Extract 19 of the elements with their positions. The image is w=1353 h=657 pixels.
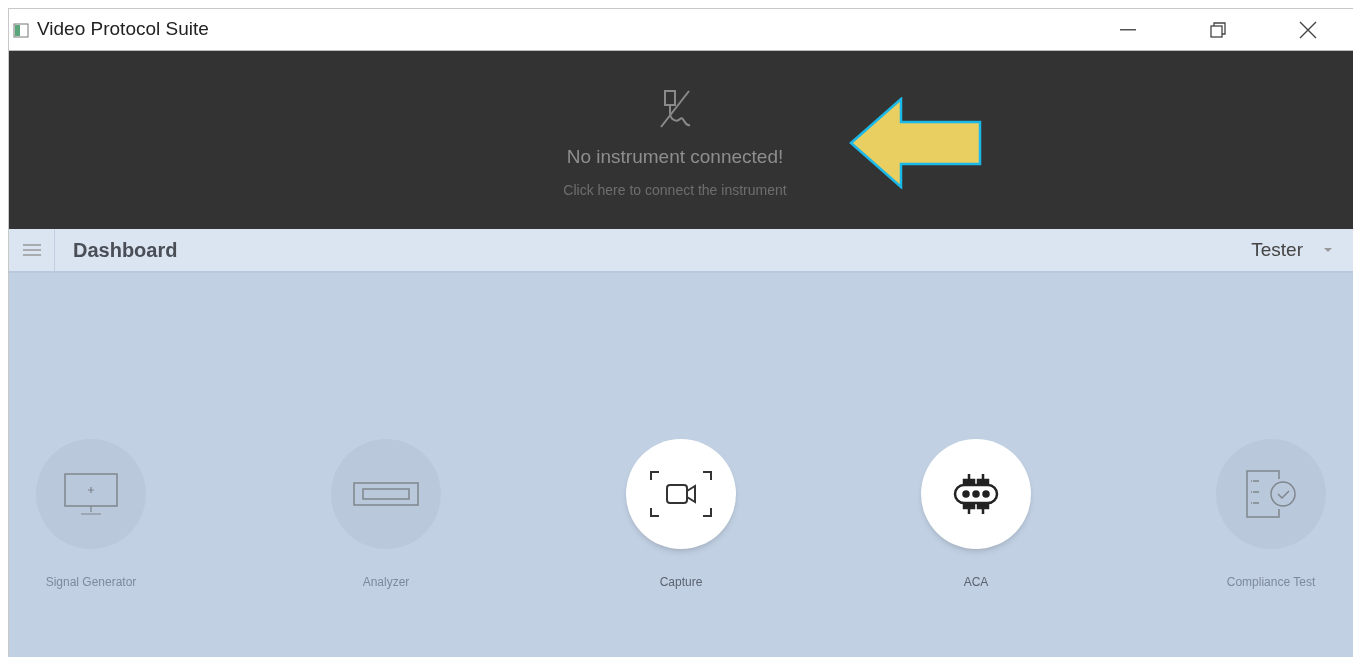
minimize-icon xyxy=(1120,28,1136,31)
page-title: Dashboard xyxy=(73,238,178,263)
chip-icon xyxy=(951,472,1001,516)
window-title: Video Protocol Suite xyxy=(37,17,209,42)
restore-icon xyxy=(1210,21,1226,38)
video-camera-icon xyxy=(649,470,713,518)
close-icon xyxy=(1299,20,1317,39)
user-dropdown[interactable]: Tester xyxy=(1251,235,1333,265)
module-label: ACA xyxy=(963,574,989,591)
caret-icon xyxy=(1323,247,1333,253)
module-label: Analyzer xyxy=(362,574,410,591)
module-label: Compliance Test xyxy=(1226,574,1316,591)
app-icon xyxy=(13,21,29,38)
menu-icon xyxy=(22,244,41,256)
module-label: Capture xyxy=(659,574,703,591)
no-instrument-message: No instrument connected! xyxy=(566,145,784,170)
module-label: Signal Generator xyxy=(45,574,137,591)
connector-icon xyxy=(351,479,421,509)
monitor-icon xyxy=(61,470,121,518)
